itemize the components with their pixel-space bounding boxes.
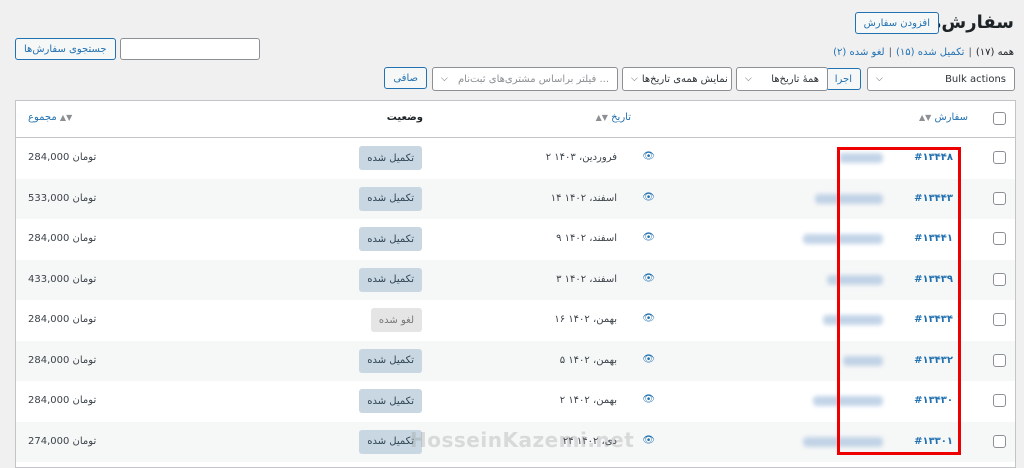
- chevron-down-icon: ⌵: [745, 74, 752, 84]
- row-checkbox[interactable]: [993, 394, 1006, 407]
- customer-filter-select[interactable]: ⌵ فیلتر براساس مشتری‌های ثبت‌نام ...: [432, 67, 618, 91]
- order-total: 284,000 تومان: [28, 152, 97, 163]
- table-header: ▲▼ سفارش ▲▼ تاریخ وضعیت مجموع ▲▼: [16, 101, 1015, 138]
- row-checkbox[interactable]: [993, 191, 1006, 205]
- highlight-box: [837, 147, 961, 455]
- row-checkbox[interactable]: [993, 272, 1006, 286]
- eye-icon[interactable]: 👁: [642, 354, 655, 365]
- eye-icon[interactable]: 👁: [642, 192, 655, 203]
- sort-icon: ▲▼: [918, 113, 932, 122]
- order-date: ۱۴ اسفند، ۱۴۰۲: [550, 192, 617, 204]
- add-order-button[interactable]: افزودن سفارش: [854, 12, 939, 34]
- row-checkbox[interactable]: [993, 353, 1006, 367]
- column-total[interactable]: مجموع ▲▼: [28, 112, 72, 123]
- search-input[interactable]: [119, 38, 260, 60]
- eye-icon[interactable]: 👁: [642, 273, 655, 284]
- order-date: ۹ اسفند، ۱۴۰۲: [556, 233, 617, 244]
- apply-button[interactable]: اجرا: [825, 68, 861, 90]
- view-all[interactable]: همه (۱۷): [976, 47, 1014, 58]
- eye-icon[interactable]: 👁: [642, 435, 655, 446]
- order-date: ۲ بهمن، ۱۴۰۲: [559, 395, 617, 406]
- status-badge: تکمیل شده: [359, 146, 422, 170]
- view-completed[interactable]: تکمیل شده (۱۵): [896, 47, 964, 58]
- order-total: 284,000 تومان: [28, 314, 97, 325]
- chevron-down-icon: ⌵: [441, 74, 448, 84]
- status-badge: تکمیل شده: [359, 186, 422, 211]
- order-total: 284,000 تومان: [28, 354, 97, 366]
- show-dates-select[interactable]: ⌵ نمایش همه‌ی تاریخ‌ها: [622, 67, 732, 91]
- chevron-down-icon: ⌵: [631, 74, 638, 84]
- all-dates-select[interactable]: ⌵ همهٔ تاریخ‌ها: [736, 67, 828, 91]
- column-order[interactable]: ▲▼ سفارش: [919, 112, 968, 123]
- status-badge: تکمیل شده: [359, 348, 422, 373]
- sort-icon: ▲▼: [595, 113, 608, 122]
- eye-icon[interactable]: 👁: [642, 313, 655, 324]
- select-all-checkbox[interactable]: [993, 112, 1006, 125]
- search-orders-button[interactable]: جستجوی سفارش‌ها: [15, 38, 116, 60]
- search-box: جستجوی سفارش‌ها: [15, 38, 260, 60]
- row-checkbox[interactable]: [993, 232, 1006, 245]
- status-badge: تکمیل شده: [359, 227, 422, 251]
- watermark: HosseinKazemi.net: [410, 428, 635, 452]
- status-badge: تکمیل شده: [359, 389, 422, 413]
- order-date: ۲ فروردین، ۱۴۰۳: [545, 152, 617, 163]
- order-total: 284,000 تومان: [28, 395, 97, 406]
- order-date: ۵ بهمن، ۱۴۰۲: [559, 354, 617, 366]
- order-total: 433,000 تومان: [28, 273, 97, 285]
- status-badge: تکمیل شده: [359, 267, 422, 292]
- row-checkbox[interactable]: [993, 434, 1006, 448]
- order-total: 274,000 تومان: [28, 435, 97, 447]
- status-views: همه (۱۷) | تکمیل شده (۱۵) | لغو شده (۲): [833, 47, 1014, 58]
- view-cancelled[interactable]: لغو شده (۲): [833, 47, 884, 58]
- eye-icon[interactable]: 👁: [642, 232, 655, 243]
- row-checkbox[interactable]: [993, 151, 1006, 164]
- chevron-down-icon: ⌵: [876, 74, 883, 84]
- eye-icon[interactable]: 👁: [642, 151, 655, 162]
- row-checkbox[interactable]: [993, 313, 1006, 326]
- order-total: 533,000 تومان: [28, 192, 97, 204]
- order-date: ۱۶ بهمن، ۱۴۰۲: [554, 314, 617, 325]
- sort-icon: ▲▼: [59, 113, 73, 122]
- status-badge: لغو شده: [370, 308, 422, 332]
- order-date: ۳ اسفند، ۱۴۰۲: [556, 273, 617, 285]
- column-date[interactable]: ▲▼ تاریخ: [596, 112, 631, 123]
- bulk-actions-select[interactable]: ⌵ Bulk actions: [867, 67, 1015, 91]
- filter-button[interactable]: صافی: [384, 67, 427, 89]
- column-status: وضعیت: [386, 112, 423, 123]
- eye-icon[interactable]: 👁: [642, 394, 655, 405]
- order-total: 284,000 تومان: [28, 233, 97, 244]
